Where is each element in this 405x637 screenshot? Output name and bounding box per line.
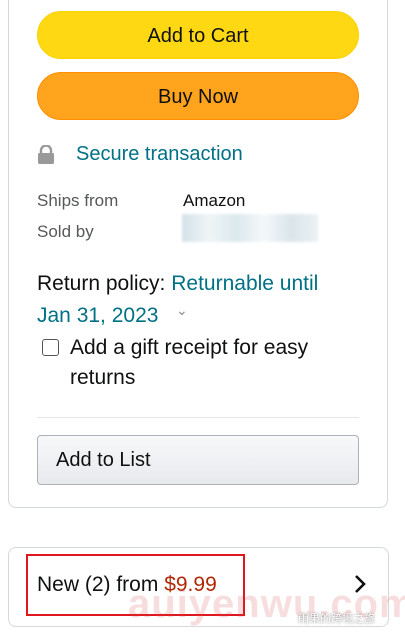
sold-by-label: Sold by: [37, 222, 94, 241]
return-policy: Return policy: Returnable until Jan 31, …: [37, 268, 357, 332]
divider: [37, 417, 359, 418]
ships-from-label: Ships from: [37, 191, 119, 210]
ships-from-value: Amazon: [183, 191, 246, 210]
watermark-small-text: 雨果的跨境之旅: [298, 613, 375, 625]
gift-receipt-checkbox[interactable]: [42, 339, 59, 356]
buy-now-button[interactable]: Buy Now: [37, 72, 359, 120]
secure-transaction-link[interactable]: Secure transaction: [76, 143, 243, 166]
gift-receipt-label[interactable]: Add a gift receipt for easy returns: [70, 333, 360, 393]
add-to-cart-button[interactable]: Add to Cart: [37, 11, 359, 59]
sold-by-value-blurred: [182, 214, 318, 242]
chevron-down-icon[interactable]: ⌄: [176, 302, 188, 319]
lock-icon: [38, 145, 54, 164]
add-to-list-button[interactable]: Add to List: [37, 435, 359, 485]
return-policy-label: Return policy:: [37, 272, 166, 295]
